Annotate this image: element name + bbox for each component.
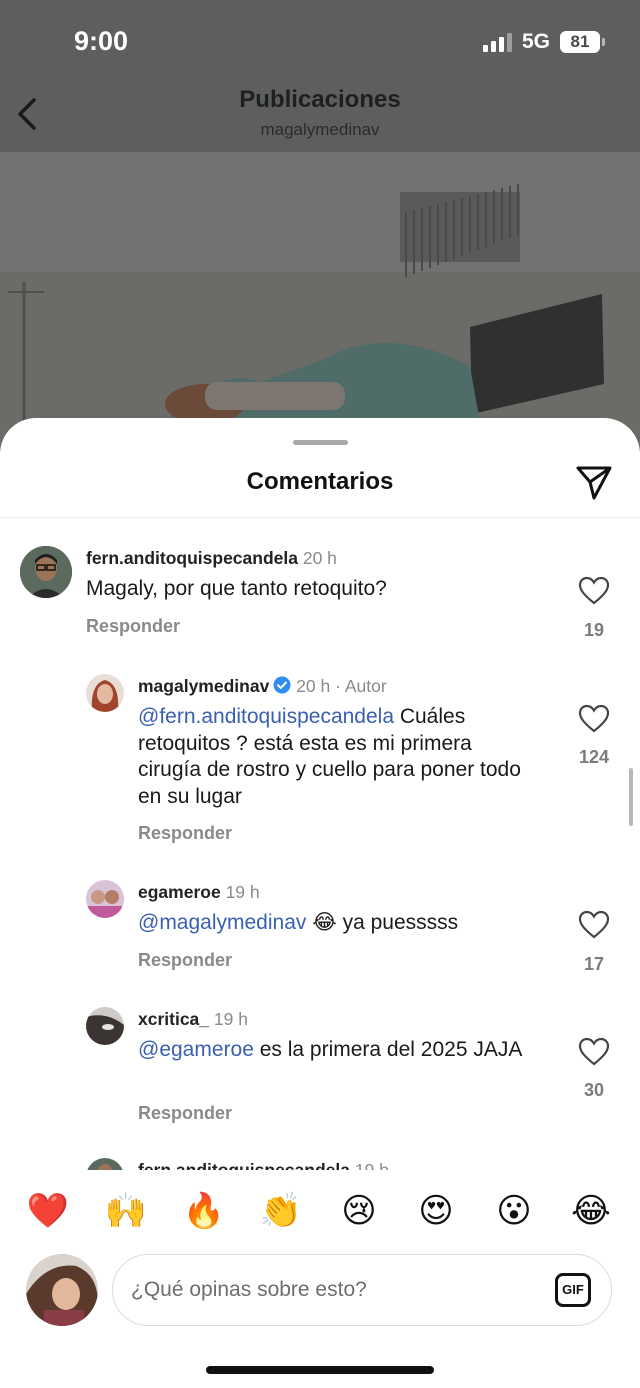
sheet-title: Comentarios <box>246 468 394 495</box>
comment-time: 19 h <box>213 1009 248 1029</box>
mention-link[interactable]: @magalymedinav <box>138 911 306 934</box>
username-label[interactable]: magalymedinav <box>138 676 269 696</box>
comment-username[interactable]: magalymedinav 20 h · Autor <box>138 676 387 697</box>
status-icons: 5G 81 <box>482 30 605 54</box>
gif-button[interactable]: GIF <box>555 1273 591 1307</box>
verified-badge-icon <box>273 676 291 694</box>
comment-text: Magaly, por que tanto retoquito? <box>86 577 387 600</box>
fire-emoji-button[interactable]: 🔥 <box>179 1186 229 1236</box>
comment-text: @fern.anditoquispecandela Cuáles retoqui… <box>138 704 538 810</box>
reply-button[interactable]: Responder <box>138 823 232 844</box>
like-count: 17 <box>583 954 605 974</box>
mention-link[interactable]: @egameroe <box>138 1038 254 1061</box>
username-label[interactable]: egameroe <box>138 882 221 902</box>
scrollbar[interactable] <box>629 768 633 826</box>
post-image <box>0 152 640 452</box>
like-count: 19 <box>583 620 605 640</box>
post-photo <box>0 152 640 452</box>
clapping-emoji-button[interactable]: 👏 <box>256 1186 306 1236</box>
heart-icon[interactable] <box>578 576 610 606</box>
heart-icon[interactable] <box>578 1037 610 1067</box>
comment-body: 😂 ya puesssss <box>306 911 459 934</box>
author-tag: · Autor <box>335 676 387 696</box>
comment-body: es la primera del 2025 JAJA <box>253 1038 523 1061</box>
like-count: 30 <box>583 1080 605 1100</box>
network-label: 5G <box>521 30 550 53</box>
avatar[interactable] <box>86 1007 124 1045</box>
comment-input-container: GIF <box>112 1254 612 1326</box>
comment-list[interactable]: fern.anditoquispecandela 20 h Magaly, po… <box>0 518 640 1170</box>
comment-input[interactable] <box>131 1255 531 1324</box>
comment-time: 20 h <box>296 676 331 696</box>
paper-plane-icon[interactable] <box>574 462 614 502</box>
battery-icon: 81 <box>560 31 605 53</box>
top-bar: 9:00 5G 81 Publicaciones magalymedinav <box>0 0 640 152</box>
signal-icon <box>482 32 512 52</box>
heart-icon[interactable] <box>578 704 610 734</box>
heart-eyes-emoji-button[interactable]: 😍 <box>411 1186 461 1236</box>
reply-button[interactable]: Responder <box>138 1103 232 1124</box>
comment-username[interactable]: egameroe 19 h <box>138 882 260 903</box>
comment-time: 19 h <box>225 882 260 902</box>
avatar[interactable] <box>86 674 124 712</box>
comment-text: @egameroe es la primera del 2025 JAJA <box>138 1037 538 1064</box>
home-indicator[interactable] <box>206 1366 434 1374</box>
heart-icon[interactable] <box>578 910 610 940</box>
crying-emoji-button[interactable]: 😢 <box>334 1186 384 1236</box>
comment-time: 20 h <box>302 548 337 568</box>
avatar[interactable] <box>86 1158 124 1170</box>
sheet-grabber[interactable] <box>293 440 348 445</box>
comment-username[interactable]: xcritica_ 19 h <box>138 1009 248 1030</box>
avatar[interactable] <box>20 546 72 598</box>
reply-button[interactable]: Responder <box>86 616 180 637</box>
comment-text: @magalymedinav 😂 ya puesssss <box>138 910 558 937</box>
mention-link[interactable]: @fern.anditoquispecandela <box>138 705 394 728</box>
reply-button[interactable]: Responder <box>138 950 232 971</box>
surprised-emoji-button[interactable]: 😮 <box>489 1186 539 1236</box>
comment-username[interactable]: fern.anditoquispecandela 20 h <box>86 548 337 569</box>
username-label[interactable]: fern.anditoquispecandela <box>138 1160 350 1170</box>
status-time: 9:00 <box>74 26 129 56</box>
page-subtitle[interactable]: magalymedinav <box>0 120 640 140</box>
raising-hands-emoji-button[interactable]: 🙌 <box>101 1186 151 1236</box>
comment-time: 19 h <box>354 1160 389 1170</box>
username-label[interactable]: fern.anditoquispecandela <box>86 548 298 568</box>
emoji-bar: ❤️ 🙌 🔥 👏 😢 😍 😮 😂 <box>0 1186 640 1240</box>
page-title: Publicaciones <box>239 86 401 113</box>
username-label[interactable]: xcritica_ <box>138 1009 209 1029</box>
avatar[interactable] <box>86 880 124 918</box>
comments-sheet: Comentarios fern.anditoquispecandela 20 … <box>0 418 640 1388</box>
like-count: 124 <box>578 747 610 767</box>
current-user-avatar[interactable] <box>26 1254 98 1326</box>
laughing-emoji-button[interactable]: 😂 <box>566 1186 616 1236</box>
comment-username[interactable]: fern.anditoquispecandela 19 h <box>138 1160 389 1170</box>
heart-emoji-button[interactable]: ❤️ <box>23 1186 73 1236</box>
